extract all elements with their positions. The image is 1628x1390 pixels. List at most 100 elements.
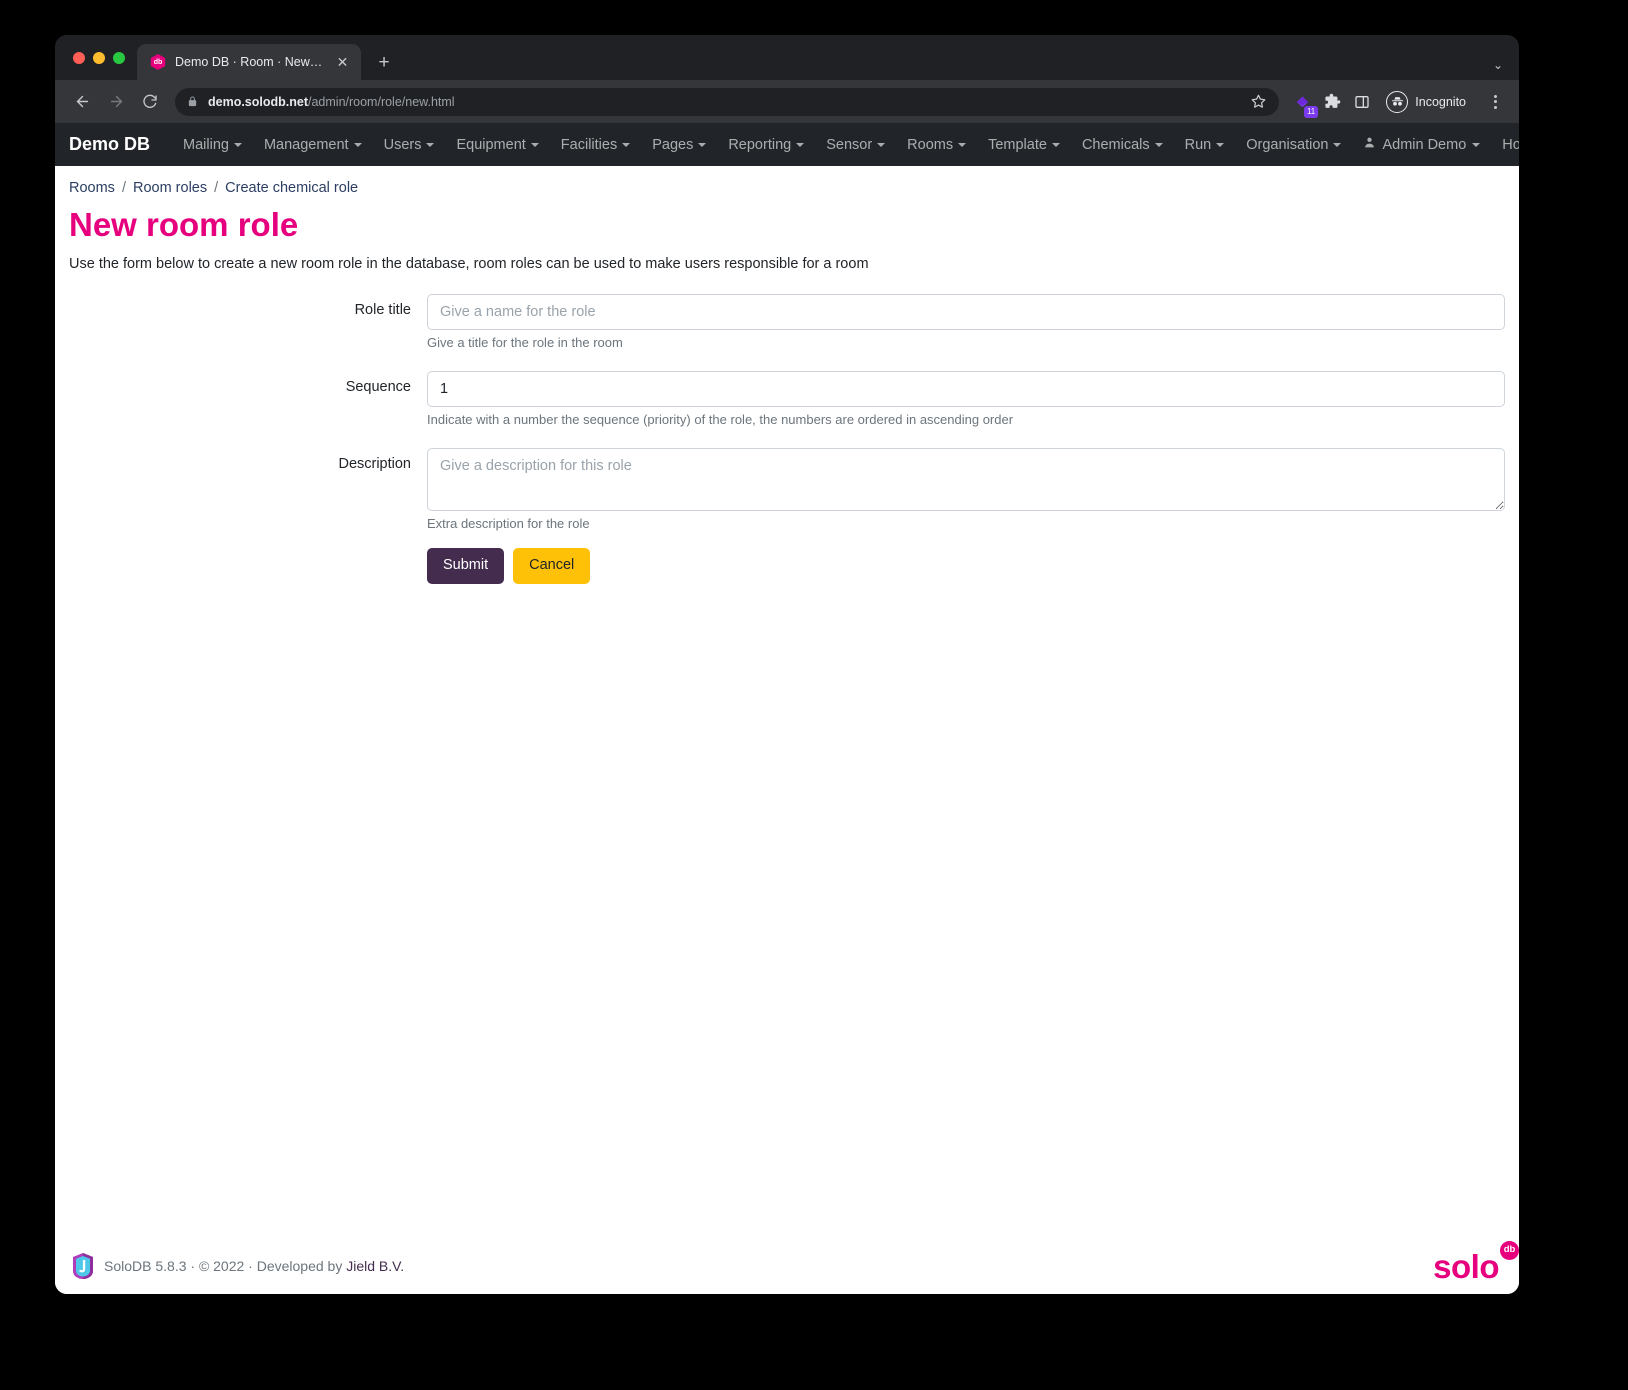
nav-item-facilities[interactable]: Facilities	[550, 133, 641, 157]
footer-link-jield[interactable]: Jield B.V.	[346, 1258, 404, 1274]
nav-item-management[interactable]: Management	[253, 133, 373, 157]
address-bar[interactable]: demo.solodb.net/admin/room/role/new.html	[175, 87, 1280, 116]
page-viewport: Demo DB Mailing Management Users Equipme…	[55, 123, 1519, 1294]
new-room-role-form: Role title Give a title for the role in …	[69, 293, 1505, 591]
incognito-label: Incognito	[1415, 94, 1466, 109]
extension-badge-count: 11	[1303, 105, 1319, 118]
nav-item-mailing[interactable]: Mailing	[172, 133, 253, 157]
label-sequence: Sequence	[345, 378, 411, 395]
browser-menu-icon[interactable]	[1483, 90, 1507, 114]
submit-button[interactable]: Submit	[427, 547, 505, 584]
page-content: Rooms / Room roles / Create chemical rol…	[55, 166, 1519, 1238]
form-row-role-title: Role title Give a title for the role in …	[69, 293, 1505, 364]
page-title: New room role	[69, 206, 299, 243]
footer-text: SoloDB 5.8.3 · © 2022 · Developed by Jie…	[104, 1258, 404, 1274]
browser-tab-strip: db Demo DB · Room · New role ✕ + ⌄	[55, 35, 1519, 80]
close-window-button[interactable]	[73, 51, 85, 64]
description-textarea[interactable]	[427, 447, 1505, 511]
breadcrumb-separator: /	[214, 180, 219, 196]
nav-item-template[interactable]: Template	[977, 133, 1071, 157]
minimize-window-button[interactable]	[93, 51, 105, 64]
nav-item-label: Run	[1184, 136, 1212, 153]
bookmark-star-icon[interactable]	[1251, 94, 1267, 109]
url-text: demo.solodb.net/admin/room/role/new.html	[208, 95, 1241, 109]
role-title-input[interactable]	[427, 293, 1505, 330]
browser-window: db Demo DB · Room · New role ✕ + ⌄ demo.…	[55, 35, 1519, 1294]
nav-item-chemicals[interactable]: Chemicals	[1071, 133, 1174, 157]
nav-item-label: Sensor	[826, 136, 873, 153]
breadcrumb-separator: /	[121, 180, 126, 196]
incognito-profile-button[interactable]: Incognito	[1383, 88, 1477, 116]
chevron-down-icon	[1154, 142, 1163, 147]
site-footer: SoloDB 5.8.3 · © 2022 · Developed by Jie…	[55, 1238, 1519, 1294]
maximize-window-button[interactable]	[113, 51, 125, 64]
solodb-mark-icon	[71, 1252, 95, 1280]
nav-item-label: Chemicals	[1081, 136, 1150, 153]
tab-title: Demo DB · Room · New role	[175, 55, 325, 69]
label-role-title: Role title	[354, 301, 411, 318]
breadcrumb-item-room-roles[interactable]: Room roles	[133, 180, 207, 196]
footer-right: solo db	[1433, 1240, 1519, 1285]
nav-item-label: Rooms	[907, 136, 954, 153]
nav-item-pages[interactable]: Pages	[641, 133, 717, 157]
nav-item-reporting[interactable]: Reporting	[717, 133, 815, 157]
nav-user-label: Admin Demo	[1382, 136, 1467, 153]
nav-item-sensor[interactable]: Sensor	[815, 133, 896, 157]
chevron-down-icon	[622, 142, 631, 147]
sequence-input[interactable]	[427, 370, 1505, 407]
back-arrow-icon[interactable]	[67, 87, 97, 117]
chevron-down-icon	[877, 142, 886, 147]
help-sequence: Indicate with a number the sequence (pri…	[427, 411, 1014, 427]
chevron-down-icon	[796, 142, 805, 147]
chevron-down-icon	[353, 142, 362, 147]
nav-item-label: Management	[263, 136, 349, 153]
footer-copy: SoloDB 5.8.3 · © 2022 · Developed by	[104, 1258, 347, 1274]
chevron-down-icon	[530, 142, 539, 147]
solo-logo: solo db	[1433, 1240, 1519, 1285]
browser-tab[interactable]: db Demo DB · Room · New role ✕	[137, 44, 361, 80]
extensions-puzzle-icon[interactable]	[1319, 89, 1345, 115]
chevron-down-icon	[1472, 142, 1481, 147]
form-row-description: Description Extra description for the ro…	[69, 447, 1505, 584]
forward-arrow-icon[interactable]	[101, 87, 131, 117]
nav-item-rooms[interactable]: Rooms	[896, 133, 977, 157]
chevron-down-icon	[233, 142, 242, 147]
tab-search-chevron-down-icon[interactable]: ⌄	[1493, 58, 1503, 72]
browser-toolbar: demo.solodb.net/admin/room/role/new.html…	[55, 80, 1519, 123]
breadcrumb-item-rooms[interactable]: Rooms	[69, 180, 115, 196]
chevron-down-icon	[1216, 142, 1225, 147]
url-domain: demo.solodb.net	[208, 94, 308, 109]
new-tab-button[interactable]: +	[369, 47, 399, 77]
nav-item-home[interactable]: Home	[1491, 133, 1519, 157]
chevron-down-icon	[1333, 142, 1342, 147]
reload-icon[interactable]	[135, 87, 165, 117]
chevron-down-icon	[1051, 142, 1060, 147]
nav-item-label: Equipment	[456, 136, 526, 153]
nav-item-run[interactable]: Run	[1174, 133, 1236, 157]
side-panel-icon[interactable]	[1349, 89, 1375, 115]
chevron-down-icon	[698, 142, 707, 147]
nav-item-label: Facilities	[560, 136, 618, 153]
nav-item-admin-demo[interactable]: Admin Demo	[1352, 132, 1491, 157]
breadcrumb: Rooms / Room roles / Create chemical rol…	[69, 180, 1505, 196]
page-lead-text: Use the form below to create a new room …	[69, 255, 869, 272]
favicon-solodb-icon: db	[150, 54, 166, 70]
nav-item-label: Mailing	[183, 136, 229, 153]
nav-item-label: Pages	[652, 136, 694, 153]
nav-item-label: Organisation	[1246, 136, 1329, 153]
solo-logo-text: solo	[1433, 1247, 1499, 1285]
cancel-button[interactable]: Cancel	[513, 547, 591, 584]
nav-item-users[interactable]: Users	[373, 133, 446, 157]
close-tab-icon[interactable]: ✕	[334, 54, 351, 71]
incognito-avatar-icon	[1386, 90, 1409, 113]
extension-purple-icon[interactable]: 11	[1289, 89, 1319, 118]
nav-item-label: Reporting	[728, 136, 792, 153]
chevron-down-icon	[958, 142, 967, 147]
breadcrumb-item-create-chemical-role[interactable]: Create chemical role	[225, 180, 358, 196]
nav-item-organisation[interactable]: Organisation	[1235, 133, 1352, 157]
site-navbar: Demo DB Mailing Management Users Equipme…	[55, 123, 1519, 166]
help-role-title: Give a title for the role in the room	[427, 334, 623, 350]
nav-item-equipment[interactable]: Equipment	[445, 133, 549, 157]
site-brand[interactable]: Demo DB	[69, 134, 150, 155]
